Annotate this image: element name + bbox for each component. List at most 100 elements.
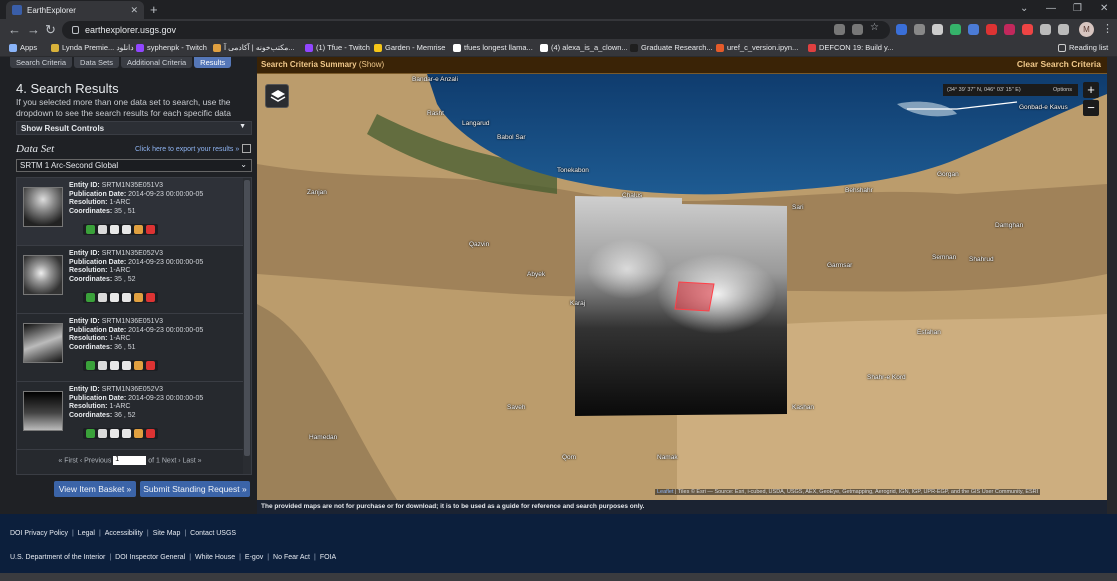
map-view[interactable]: Bandar-e Anzali Rasht Langarud Babol Sar Ton… bbox=[257, 74, 1107, 500]
result-thumbnail[interactable] bbox=[23, 255, 63, 295]
bookmark-item[interactable]: (1) Tfue - Twitch bbox=[305, 43, 370, 52]
extension-icon[interactable] bbox=[1022, 24, 1033, 35]
tab-data-sets[interactable]: Data Sets bbox=[74, 57, 119, 68]
reading-list[interactable]: Reading list bbox=[1058, 43, 1108, 52]
results-scrollbar[interactable] bbox=[243, 178, 251, 474]
metadata-icon[interactable] bbox=[122, 225, 131, 234]
bookmark-item[interactable]: (4) alexa_is_a_clown... bbox=[540, 43, 628, 52]
extension-icon[interactable] bbox=[932, 24, 943, 35]
close-tab-icon[interactable]: ✕ bbox=[130, 5, 138, 16]
result-thumbnail[interactable] bbox=[23, 323, 63, 363]
footer-link[interactable]: White House bbox=[195, 554, 235, 561]
footer-link[interactable]: Site Map bbox=[153, 530, 181, 537]
footer-link[interactable]: FOIA bbox=[320, 554, 336, 561]
page-scrollbar[interactable] bbox=[1107, 57, 1117, 573]
footer-link[interactable]: Contact USGS bbox=[190, 530, 236, 537]
bookmark-item[interactable]: Graduate Research... bbox=[630, 43, 713, 52]
download-icon[interactable] bbox=[134, 293, 143, 302]
next-page-link[interactable]: Next › bbox=[162, 457, 181, 464]
compare-icon[interactable] bbox=[110, 429, 119, 438]
footer-link[interactable]: DOI Privacy Policy bbox=[10, 530, 68, 537]
extension-icon[interactable] bbox=[968, 24, 979, 35]
tab-search-criteria[interactable]: Search Criteria bbox=[10, 57, 73, 68]
bookmark-item[interactable]: tfues longest llama... bbox=[453, 43, 533, 52]
bookmark-item[interactable]: DEFCON 19: Build y... bbox=[808, 43, 893, 52]
bookmark-item[interactable]: مکتب‌خونه | آکادمی آ... bbox=[213, 43, 295, 52]
result-thumbnail[interactable] bbox=[23, 187, 63, 227]
bookmark-item[interactable]: uref_c_version.ipyn... bbox=[716, 43, 798, 52]
media-icon[interactable] bbox=[1058, 24, 1069, 35]
browser-tab[interactable]: EarthExplorer ✕ bbox=[6, 1, 144, 19]
translate-icon[interactable] bbox=[834, 24, 845, 35]
view-item-basket-button[interactable]: View Item Basket » bbox=[54, 481, 136, 497]
forward-icon[interactable]: → bbox=[27, 22, 40, 37]
new-tab-icon[interactable]: + bbox=[150, 2, 158, 17]
map-canvas[interactable] bbox=[257, 74, 1107, 500]
exclude-icon[interactable] bbox=[146, 225, 155, 234]
extension-icon[interactable] bbox=[914, 24, 925, 35]
tab-additional-criteria[interactable]: Additional Criteria bbox=[120, 57, 193, 68]
metadata-icon[interactable] bbox=[122, 361, 131, 370]
zoom-in-button[interactable]: + bbox=[1083, 82, 1099, 98]
download-icon[interactable] bbox=[134, 361, 143, 370]
bookmark-item[interactable]: syphenpk - Twitch bbox=[136, 43, 207, 52]
metadata-icon[interactable] bbox=[122, 293, 131, 302]
leaflet-link[interactable]: Leaflet bbox=[657, 489, 674, 495]
footer-link[interactable]: Accessibility bbox=[105, 530, 143, 537]
exclude-icon[interactable] bbox=[146, 429, 155, 438]
compare-icon[interactable] bbox=[110, 361, 119, 370]
page-number-input[interactable]: 1 bbox=[113, 456, 147, 465]
compare-icon[interactable] bbox=[110, 225, 119, 234]
restore-icon[interactable]: ❐ bbox=[1073, 3, 1082, 14]
address-bar[interactable]: earthexplorer.usgs.gov bbox=[62, 21, 890, 39]
reload-icon[interactable]: ↻ bbox=[45, 22, 56, 38]
extension-icon[interactable] bbox=[1004, 24, 1015, 35]
metadata-icon[interactable] bbox=[122, 429, 131, 438]
zoom-out-button[interactable]: − bbox=[1083, 100, 1099, 116]
share-icon[interactable] bbox=[852, 24, 863, 35]
minimize-icon[interactable]: — bbox=[1046, 3, 1056, 14]
exclude-icon[interactable] bbox=[146, 361, 155, 370]
download-icon[interactable] bbox=[134, 429, 143, 438]
show-footprint-icon[interactable] bbox=[86, 361, 95, 370]
profile-avatar[interactable]: M bbox=[1079, 22, 1094, 37]
extension-icon[interactable] bbox=[896, 24, 907, 35]
last-page-link[interactable]: Last » bbox=[183, 457, 202, 464]
show-footprint-icon[interactable] bbox=[86, 293, 95, 302]
bookmark-item[interactable]: Apps bbox=[9, 43, 37, 52]
show-browse-icon[interactable] bbox=[98, 225, 107, 234]
tab-results[interactable]: Results bbox=[194, 57, 232, 68]
clear-search-criteria-link[interactable]: Clear Search Criteria bbox=[1017, 59, 1101, 69]
layers-button[interactable] bbox=[265, 84, 289, 108]
previous-page-link[interactable]: ‹ Previous bbox=[80, 457, 112, 464]
footer-link[interactable]: E-gov bbox=[245, 554, 263, 561]
data-set-select[interactable]: SRTM 1 Arc-Second Global ⌄ bbox=[16, 159, 252, 172]
compare-icon[interactable] bbox=[110, 293, 119, 302]
result-thumbnail[interactable] bbox=[23, 391, 63, 431]
puzzle-icon[interactable] bbox=[1040, 24, 1051, 35]
show-result-controls-toggle[interactable]: Show Result Controls ▼ bbox=[16, 121, 252, 135]
footer-link[interactable]: U.S. Department of the Interior bbox=[10, 554, 105, 561]
show-footprint-icon[interactable] bbox=[86, 429, 95, 438]
export-icon[interactable] bbox=[242, 144, 251, 153]
submit-standing-request-button[interactable]: Submit Standing Request » bbox=[140, 481, 250, 497]
menu-dots-icon[interactable]: ⋮ bbox=[1102, 22, 1113, 35]
show-browse-icon[interactable] bbox=[98, 429, 107, 438]
show-browse-icon[interactable] bbox=[98, 293, 107, 302]
tab-search-icon[interactable]: ⌄ bbox=[1020, 3, 1028, 14]
results-scroll-thumb[interactable] bbox=[244, 180, 250, 456]
footer-link[interactable]: No Fear Act bbox=[273, 554, 310, 561]
show-browse-icon[interactable] bbox=[98, 361, 107, 370]
back-icon[interactable]: ← bbox=[8, 22, 21, 37]
show-summary-link[interactable]: (Show) bbox=[359, 60, 384, 69]
exclude-icon[interactable] bbox=[146, 293, 155, 302]
bookmark-star-icon[interactable]: ☆ bbox=[870, 22, 881, 33]
download-icon[interactable] bbox=[134, 225, 143, 234]
show-footprint-icon[interactable] bbox=[86, 225, 95, 234]
first-page-link[interactable]: « First bbox=[58, 457, 77, 464]
map-options-link[interactable]: Options bbox=[1053, 84, 1072, 96]
bookmark-item[interactable]: Lynda Premie... دانلود bbox=[51, 43, 134, 52]
footer-link[interactable]: DOI Inspector General bbox=[115, 554, 185, 561]
extension-icon[interactable] bbox=[986, 24, 997, 35]
bookmark-item[interactable]: Garden - Memrise bbox=[374, 43, 445, 52]
